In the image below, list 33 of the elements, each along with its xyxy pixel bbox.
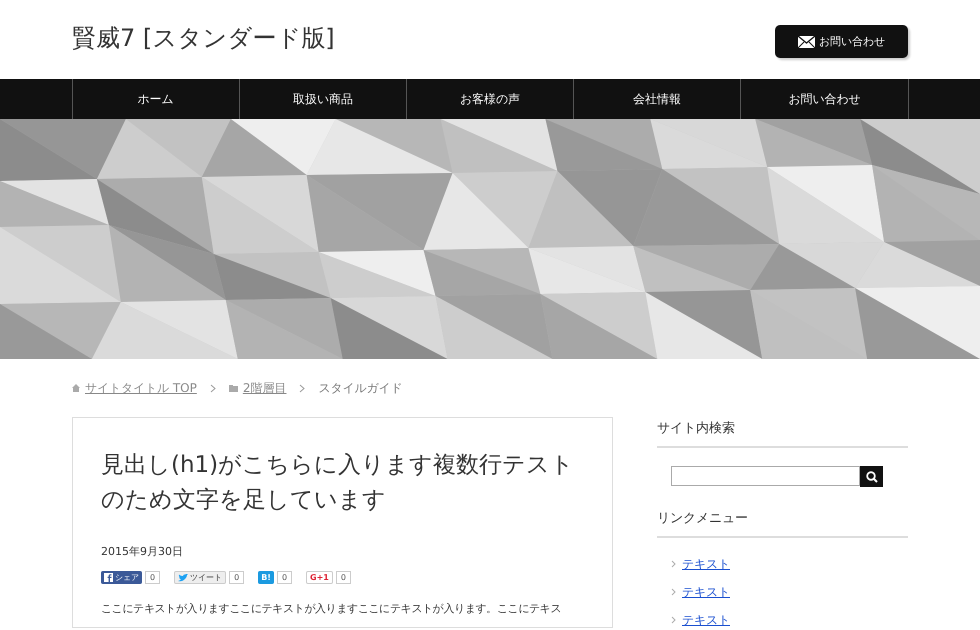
search-button[interactable] <box>860 466 883 487</box>
chevron-icon <box>671 616 676 624</box>
sidebar-link[interactable]: テキスト <box>682 556 730 572</box>
sidebar-heading: サイト内検索 <box>657 417 908 448</box>
contact-button[interactable]: お問い合わせ <box>775 25 908 58</box>
search-field[interactable] <box>671 466 860 486</box>
share-count: 0 <box>145 571 160 584</box>
facebook-icon <box>104 573 113 582</box>
site-title[interactable]: 賢威7 [スタンダード版] <box>72 22 335 54</box>
bird-icon <box>178 574 188 582</box>
breadcrumb-link[interactable]: 2階層目 <box>242 380 286 396</box>
sidebar-link[interactable]: テキスト <box>682 612 730 628</box>
sidebar-heading: リンクメニュー <box>657 507 908 538</box>
chevron-icon <box>671 588 676 596</box>
plus-one-button[interactable]: G+1 <box>306 571 333 584</box>
sidebar-link[interactable]: テキスト <box>682 584 730 600</box>
chevron-icon <box>299 384 306 392</box>
envelope-icon <box>798 36 815 48</box>
search-icon <box>866 470 878 482</box>
share-count: 0 <box>276 571 292 584</box>
article-title: 見出し(h1)がこちらに入ります複数行テストのため文字を足しています <box>101 451 576 515</box>
home-icon <box>72 384 80 392</box>
facebook-share-button[interactable]: シェア <box>101 571 142 584</box>
breadcrumb-link[interactable]: サイトタイトル TOP <box>85 380 197 396</box>
share-count: 0 <box>229 571 244 584</box>
chevron-icon <box>671 560 676 568</box>
breadcrumb-current: スタイルガイド <box>318 380 402 396</box>
chevron-icon <box>210 384 216 392</box>
tweet-button[interactable]: ツイート <box>174 571 226 584</box>
body-text: ここにテキストが入りますここにテキストが入りますここにテキストが入ります。ここにテキス <box>101 602 562 616</box>
post-date: 2015年9月30日 <box>101 544 184 559</box>
folder-icon <box>228 384 238 392</box>
share-count: 0 <box>336 571 351 584</box>
